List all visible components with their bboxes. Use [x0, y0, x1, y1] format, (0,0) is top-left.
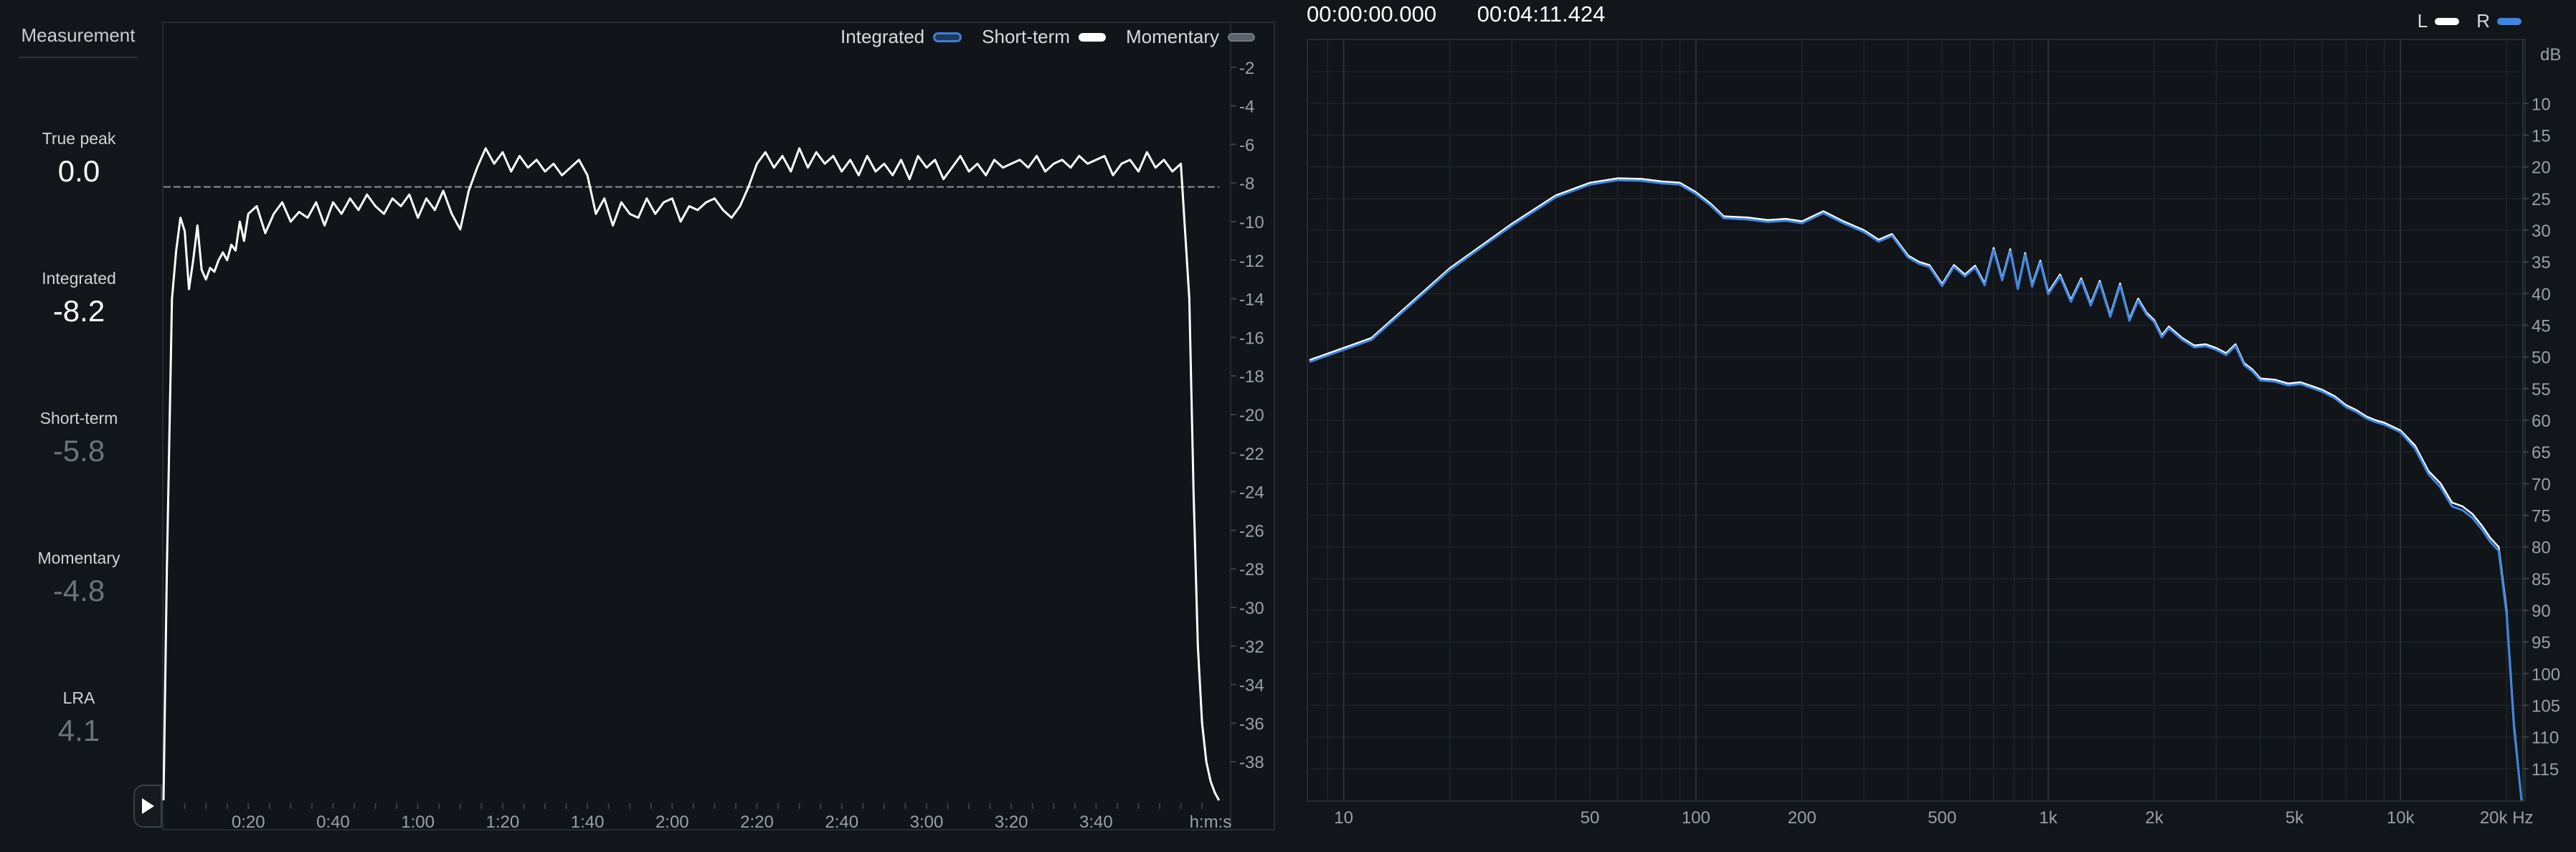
y-tick-label: 30 — [2532, 222, 2551, 241]
spectrum-chart: dB 10 15 20 25 30 35 40 45 50 55 60 65 70 75 80 85 90 95 10… — [1309, 39, 2561, 828]
y-tick-label: 100 — [2532, 665, 2560, 684]
y-tick-label: 55 — [2532, 380, 2551, 399]
spectrum-series-l — [1309, 177, 2523, 801]
y-tick-label: 95 — [2532, 633, 2551, 653]
x-tick-label: 50 — [1581, 808, 1600, 828]
y-tick-label: 115 — [2532, 760, 2559, 780]
y-tick-label: 70 — [2532, 475, 2551, 494]
y-tick-label: 15 — [2532, 127, 2551, 146]
y-tick-label: 50 — [2532, 349, 2551, 368]
y-tick-label: 60 — [2532, 412, 2551, 431]
x-tick-label: 20k Hz — [2480, 808, 2534, 828]
y-tick-label: 10 — [2532, 95, 2551, 114]
y-tick-label: 85 — [2532, 570, 2551, 590]
y-unit-label: dB — [2540, 45, 2561, 65]
x-tick-label: 2k — [2145, 808, 2164, 828]
y-tick-label: 35 — [2532, 253, 2551, 273]
y-tick-label: 90 — [2532, 602, 2551, 621]
y-tick-label: 105 — [2532, 697, 2560, 716]
y-tick-label: 40 — [2532, 285, 2551, 304]
y-tick-label: 20 — [2532, 158, 2551, 178]
y-tick-label: 25 — [2532, 190, 2551, 209]
y-tick-label: 45 — [2532, 317, 2551, 336]
spectrum-series-r — [1309, 179, 2523, 801]
y-tick-label: 80 — [2532, 539, 2551, 558]
x-tick-label: 100 — [1682, 808, 1710, 828]
y-tick-label: 110 — [2532, 729, 2559, 748]
x-tick-label: 1k — [2039, 808, 2058, 828]
x-tick-label: 500 — [1928, 808, 1956, 828]
x-tick-label: 200 — [1788, 808, 1817, 828]
y-tick-label: 75 — [2532, 507, 2551, 526]
x-tick-label: 5k — [2286, 808, 2304, 828]
x-tick-label: 10 — [1334, 808, 1353, 828]
y-tick-label: 65 — [2532, 443, 2551, 463]
x-tick-label: 10k — [2387, 808, 2415, 828]
